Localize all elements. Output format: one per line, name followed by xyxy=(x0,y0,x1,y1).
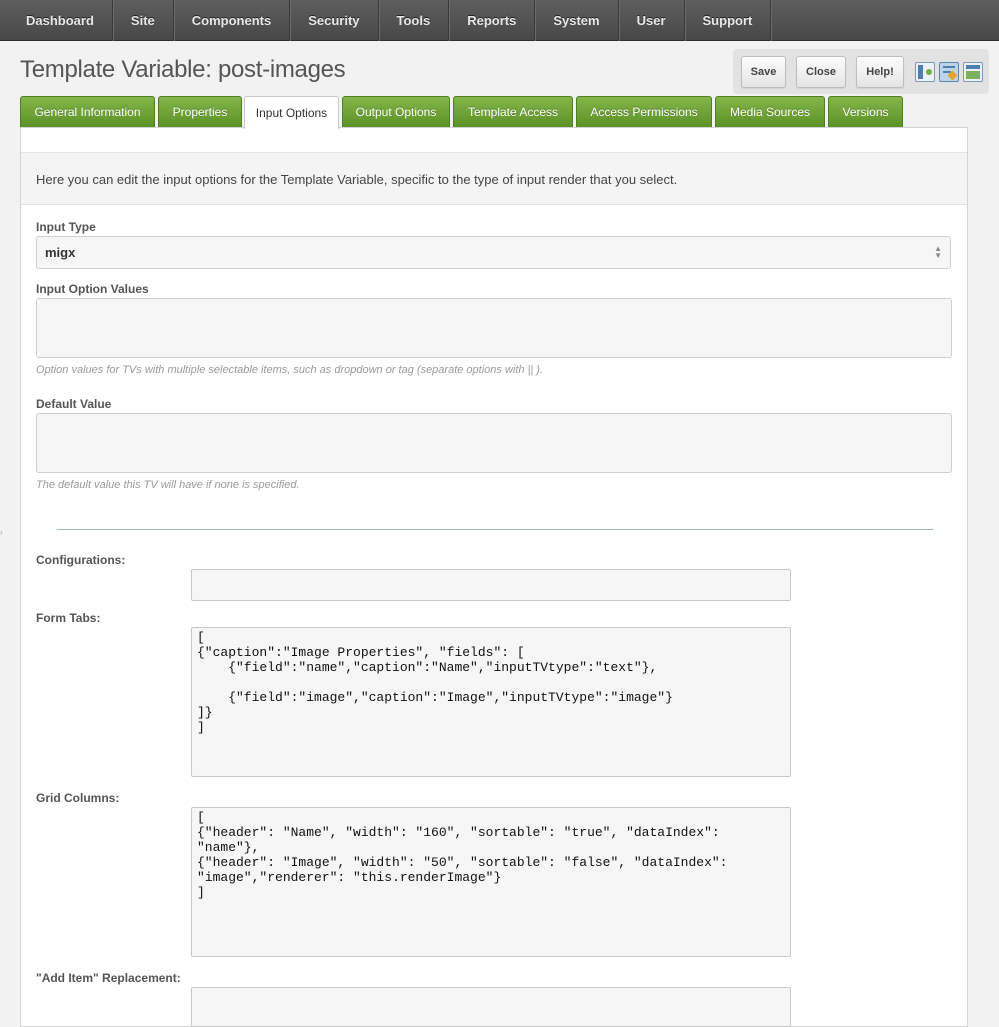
grid-columns-label: Grid Columns: xyxy=(36,791,120,805)
input-type-select[interactable]: migx ▲ ▼ xyxy=(36,236,951,269)
tab-input-options[interactable]: Input Options xyxy=(244,96,339,129)
tab-template-access[interactable]: Template Access xyxy=(453,96,573,127)
select-arrows-icon: ▲ ▼ xyxy=(934,244,942,260)
tab-media-sources[interactable]: Media Sources xyxy=(715,96,825,127)
panel-description: Here you can edit the input options for … xyxy=(21,152,967,205)
input-option-values-field[interactable] xyxy=(36,298,952,358)
collapse-handle-icon[interactable]: › xyxy=(0,528,6,540)
tab-properties[interactable]: Properties xyxy=(158,96,242,127)
section-divider xyxy=(57,529,933,530)
tab-general-information[interactable]: General Information xyxy=(20,96,155,127)
nav-item-site[interactable]: Site xyxy=(113,0,174,41)
input-type-value: migx xyxy=(45,245,76,260)
main-navigation: Dashboard Site Components Security Tools… xyxy=(0,0,999,41)
default-value-help: The default value this TV will have if n… xyxy=(36,479,300,491)
input-option-values-label: Input Option Values xyxy=(36,282,149,296)
nav-item-system[interactable]: System xyxy=(535,0,619,41)
add-item-replacement-label: "Add Item" Replacement: xyxy=(36,971,181,985)
default-value-label: Default Value xyxy=(36,397,112,411)
help-button[interactable]: Help! xyxy=(856,56,904,88)
configurations-field[interactable] xyxy=(191,569,791,601)
nav-item-security[interactable]: Security xyxy=(290,0,379,41)
input-type-label: Input Type xyxy=(36,220,96,234)
tab-output-options[interactable]: Output Options xyxy=(342,96,450,127)
input-option-values-help: Option values for TVs with multiple sele… xyxy=(36,364,544,376)
nav-item-support[interactable]: Support xyxy=(685,0,772,41)
tab-versions[interactable]: Versions xyxy=(828,96,903,127)
close-button[interactable]: Close xyxy=(796,56,846,88)
nav-item-components[interactable]: Components xyxy=(174,0,291,41)
grid-columns-field[interactable]: [ {"header": "Name", "width": "160", "so… xyxy=(191,807,791,957)
layout-edit-icon[interactable] xyxy=(939,62,959,82)
add-item-replacement-field[interactable] xyxy=(191,987,791,1027)
save-button[interactable]: Save xyxy=(741,56,786,88)
configurations-label: Configurations: xyxy=(36,553,126,567)
input-options-panel: Here you can edit the input options for … xyxy=(20,127,968,1027)
tab-access-permissions[interactable]: Access Permissions xyxy=(576,96,712,127)
nav-item-tools[interactable]: Tools xyxy=(379,0,450,41)
layout-left-sidebar-icon[interactable] xyxy=(915,62,935,82)
form-tabs-field[interactable]: [ {"caption":"Image Properties", "fields… xyxy=(191,627,791,777)
form-tabs-label: Form Tabs: xyxy=(36,611,101,625)
page-title: Template Variable: post-images xyxy=(20,56,346,83)
nav-item-reports[interactable]: Reports xyxy=(449,0,536,41)
default-value-field[interactable] xyxy=(36,413,952,473)
layout-full-width-icon[interactable] xyxy=(963,62,983,82)
nav-item-user[interactable]: User xyxy=(619,0,685,41)
nav-item-dashboard[interactable]: Dashboard xyxy=(8,0,113,41)
